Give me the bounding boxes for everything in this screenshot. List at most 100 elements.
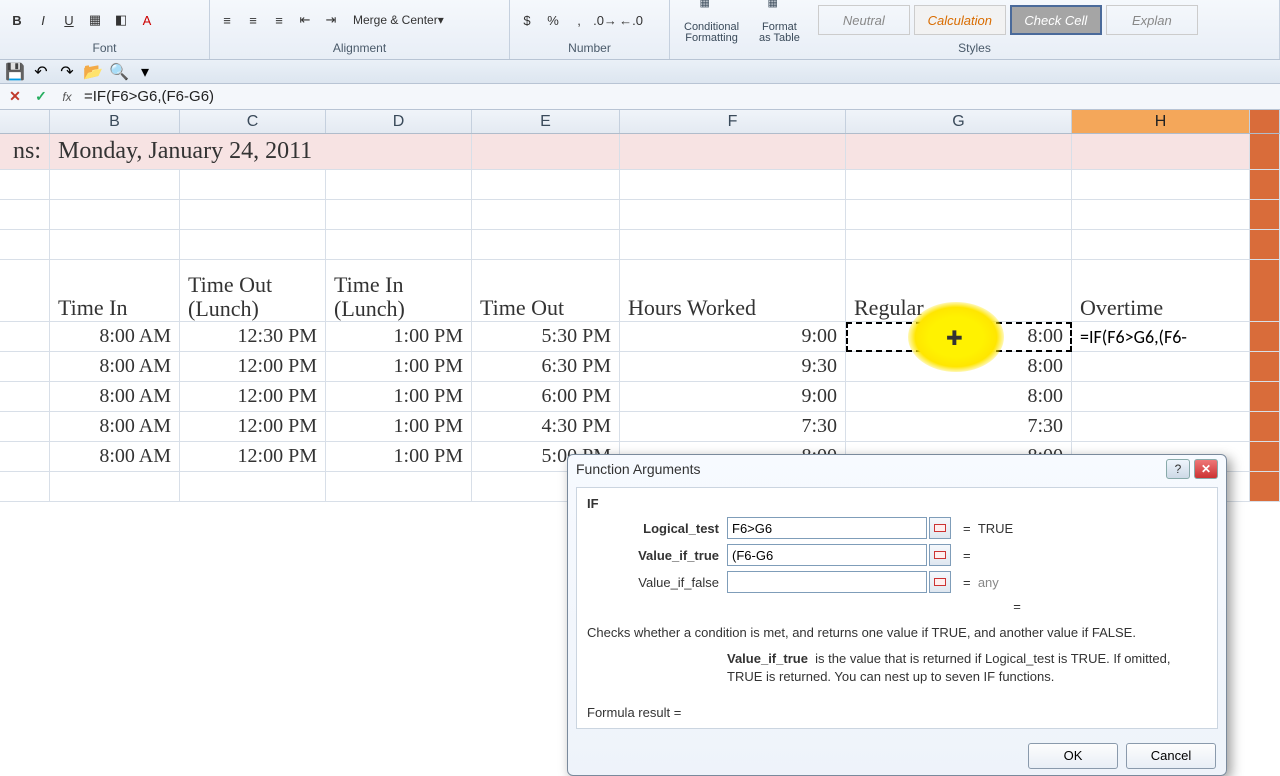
style-explanatory[interactable]: Explan: [1106, 5, 1198, 35]
cell-in-lunch[interactable]: 1:00 PM: [326, 382, 472, 411]
align-left-button[interactable]: ≡: [216, 9, 238, 31]
cell[interactable]: [1250, 352, 1280, 381]
cell[interactable]: [1250, 322, 1280, 351]
cell[interactable]: [0, 442, 50, 471]
indent-decrease-button[interactable]: ⇤: [294, 9, 316, 31]
table-row[interactable]: 8:00 AM 12:00 PM 1:00 PM 4:30 PM 7:30 7:…: [0, 412, 1280, 442]
indent-increase-button[interactable]: ⇥: [320, 9, 342, 31]
insert-function-button[interactable]: fx: [58, 88, 76, 106]
cell-in-lunch[interactable]: 1:00 PM: [326, 322, 472, 351]
align-right-button[interactable]: ≡: [268, 9, 290, 31]
merge-center-button[interactable]: Merge & Center ▾: [346, 9, 451, 31]
font-color-button[interactable]: A: [136, 9, 158, 31]
cell-overtime[interactable]: [1072, 412, 1250, 441]
cell-time-in[interactable]: 8:00 AM: [50, 442, 180, 471]
formula-input[interactable]: [84, 88, 1274, 105]
cell-out-lunch[interactable]: 12:00 PM: [180, 382, 326, 411]
active-cell-h6[interactable]: =IF(F6>G6,(F6-: [1072, 322, 1250, 351]
cell-time-in[interactable]: 8:00 AM: [50, 412, 180, 441]
cell[interactable]: [846, 134, 1072, 169]
conditional-formatting-button[interactable]: ▦ Conditional Formatting: [676, 0, 747, 44]
percent-button[interactable]: %: [542, 9, 564, 31]
date-label-cell[interactable]: ns:: [0, 134, 50, 169]
header-time-in[interactable]: Time In: [50, 260, 180, 321]
col-header-edge-right[interactable]: [1250, 110, 1280, 133]
cell-regular[interactable]: 7:30: [846, 412, 1072, 441]
dialog-help-button[interactable]: ?: [1166, 459, 1190, 479]
worksheet-grid[interactable]: B C D E F G H ns: Monday, January 24, 20…: [0, 110, 1280, 502]
grid-body[interactable]: ns: Monday, January 24, 2011 Time In Tim…: [0, 134, 1280, 502]
cell-time-out[interactable]: 6:30 PM: [472, 352, 620, 381]
comma-button[interactable]: ,: [568, 9, 590, 31]
cell-styles-gallery[interactable]: Neutral Calculation Check Cell Explan: [812, 5, 1204, 35]
cell[interactable]: [620, 134, 846, 169]
cell-time-out[interactable]: 4:30 PM: [472, 412, 620, 441]
cell-in-lunch[interactable]: 1:00 PM: [326, 442, 472, 471]
col-header-g[interactable]: G: [846, 110, 1072, 133]
cell[interactable]: [0, 260, 50, 321]
cancel-button[interactable]: Cancel: [1126, 743, 1216, 769]
cell-time-in[interactable]: 8:00 AM: [50, 322, 180, 351]
header-hours-worked[interactable]: Hours Worked: [620, 260, 846, 321]
cell[interactable]: [0, 352, 50, 381]
cell-hours[interactable]: 9:00: [620, 382, 846, 411]
cancel-formula-button[interactable]: ✕: [6, 88, 24, 106]
qat-customize-icon[interactable]: ▾: [134, 63, 156, 81]
cell[interactable]: [1250, 412, 1280, 441]
col-header-edge[interactable]: [0, 110, 50, 133]
qat-open-icon[interactable]: 📂: [82, 63, 104, 81]
cell[interactable]: [472, 134, 620, 169]
table-row[interactable]: 8:00 AM 12:00 PM 1:00 PM 6:00 PM 9:00 8:…: [0, 382, 1280, 412]
qat-save-icon[interactable]: 💾: [4, 63, 26, 81]
style-calculation[interactable]: Calculation: [914, 5, 1006, 35]
ok-button[interactable]: OK: [1028, 743, 1118, 769]
cell-in-lunch[interactable]: 1:00 PM: [326, 352, 472, 381]
collapse-dialog-button[interactable]: [929, 517, 951, 539]
fill-color-button[interactable]: ◧: [110, 9, 132, 31]
col-header-c[interactable]: C: [180, 110, 326, 133]
align-center-button[interactable]: ≡: [242, 9, 264, 31]
qat-undo-icon[interactable]: ↶: [30, 63, 52, 81]
col-header-b[interactable]: B: [50, 110, 180, 133]
collapse-dialog-button[interactable]: [929, 544, 951, 566]
header-time-out-lunch[interactable]: Time Out (Lunch): [180, 260, 326, 321]
col-header-e[interactable]: E: [472, 110, 620, 133]
cell-hours[interactable]: 9:30: [620, 352, 846, 381]
cell-time-in[interactable]: 8:00 AM: [50, 352, 180, 381]
value-if-false-input[interactable]: [727, 571, 927, 593]
collapse-dialog-button[interactable]: [929, 571, 951, 593]
enter-formula-button[interactable]: ✓: [32, 88, 50, 106]
cell-in-lunch[interactable]: 1:00 PM: [326, 412, 472, 441]
cell[interactable]: [1250, 134, 1280, 169]
header-overtime[interactable]: Overtime: [1072, 260, 1250, 321]
cell-out-lunch[interactable]: 12:00 PM: [180, 412, 326, 441]
cell-time-out[interactable]: 6:00 PM: [472, 382, 620, 411]
header-time-in-lunch[interactable]: Time In (Lunch): [326, 260, 472, 321]
table-row[interactable]: 8:00 AM 12:00 PM 1:00 PM 6:30 PM 9:30 8:…: [0, 352, 1280, 382]
cell-regular[interactable]: 8:00: [846, 382, 1072, 411]
underline-button[interactable]: U: [58, 9, 80, 31]
decrease-decimal-button[interactable]: ←.0: [620, 9, 642, 31]
value-if-true-input[interactable]: [727, 544, 927, 566]
cell-regular[interactable]: 8:00: [846, 352, 1072, 381]
dialog-titlebar[interactable]: Function Arguments ? ✕: [568, 455, 1226, 483]
cell[interactable]: [0, 382, 50, 411]
header-time-out[interactable]: Time Out: [472, 260, 620, 321]
cell[interactable]: [0, 412, 50, 441]
cell[interactable]: [1250, 382, 1280, 411]
style-neutral[interactable]: Neutral: [818, 5, 910, 35]
date-value-cell[interactable]: Monday, January 24, 2011: [50, 134, 472, 169]
function-arguments-dialog[interactable]: Function Arguments ? ✕ IF Logical_test =…: [567, 454, 1227, 776]
date-row[interactable]: ns: Monday, January 24, 2011: [0, 134, 1280, 170]
cell-hours[interactable]: 7:30: [620, 412, 846, 441]
cell[interactable]: [1072, 134, 1250, 169]
cell-out-lunch[interactable]: 12:00 PM: [180, 352, 326, 381]
cell-out-lunch[interactable]: 12:30 PM: [180, 322, 326, 351]
col-header-f[interactable]: F: [620, 110, 846, 133]
cell[interactable]: [1250, 442, 1280, 471]
cell-overtime[interactable]: [1072, 382, 1250, 411]
cell-overtime[interactable]: [1072, 352, 1250, 381]
cell-hours[interactable]: 9:00: [620, 322, 846, 351]
cell[interactable]: [0, 322, 50, 351]
dialog-close-button[interactable]: ✕: [1194, 459, 1218, 479]
